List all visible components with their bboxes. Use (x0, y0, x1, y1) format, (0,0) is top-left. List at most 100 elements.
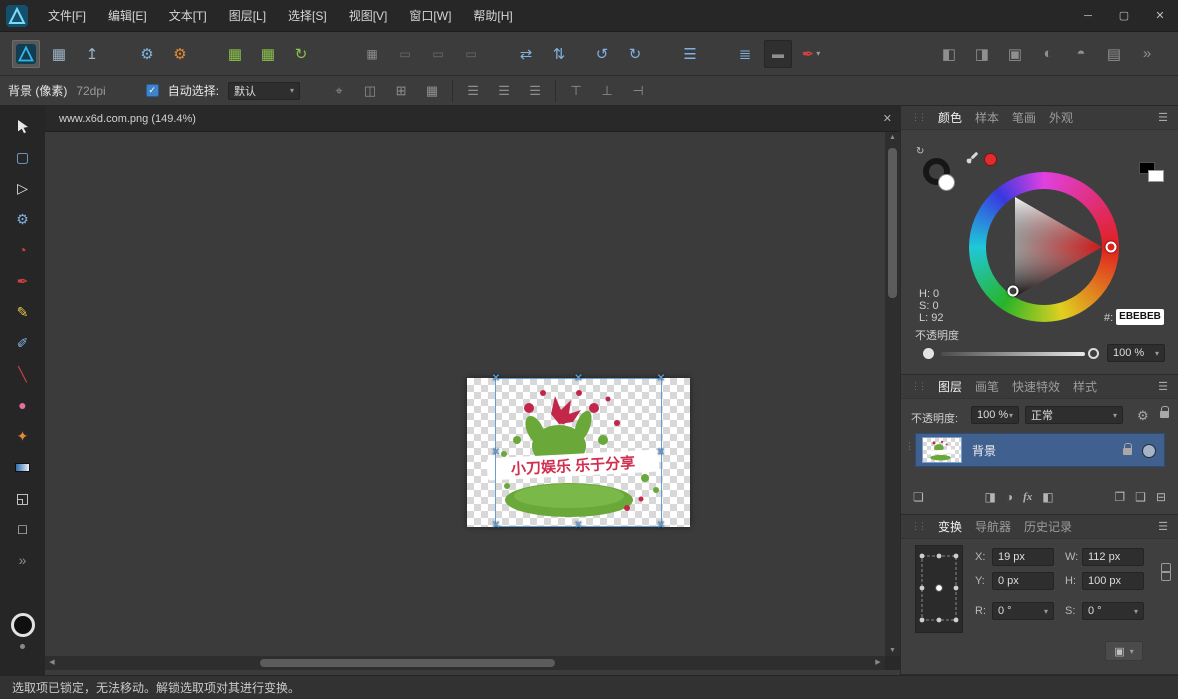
paint-brush-tool-button[interactable]: ✦ (10, 424, 36, 448)
bounding-box-button[interactable]: ⊞ (390, 83, 412, 99)
rotate-ccw-button[interactable]: ↺ (588, 40, 616, 68)
order-back-button[interactable]: ◧ (935, 40, 963, 68)
menu-edit[interactable]: 编辑[E] (97, 0, 158, 32)
order-forward-button[interactable]: ▣ (1001, 40, 1029, 68)
toolbar-toggle-a[interactable]: ▭ (391, 40, 419, 68)
blend-mode-dropdown[interactable]: 正常 ▾ (1025, 406, 1123, 424)
group-button[interactable]: ◓ (1067, 40, 1095, 68)
tab-brushes[interactable]: 画笔 (975, 378, 999, 395)
layer-thumbnail[interactable] (922, 437, 962, 463)
vector-brush-tool-button[interactable]: ✐ (10, 331, 36, 355)
eyedropper-sample-swatch[interactable] (984, 153, 997, 166)
maximize-button[interactable]: ▢ (1106, 0, 1142, 32)
close-button[interactable]: ✕ (1142, 0, 1178, 32)
opacity-slider[interactable] (941, 352, 1085, 356)
menu-help[interactable]: 帮助[H] (462, 0, 523, 32)
tab-effects[interactable]: 快速特效 (1012, 378, 1060, 395)
panel-menu-icon[interactable]: ☰ (1158, 380, 1168, 393)
node-tool-button[interactable]: ▷ (10, 176, 36, 200)
transform-mode-button[interactable]: ▣ ▾ (1105, 641, 1143, 661)
insert-behind-button[interactable]: ▬ (764, 40, 792, 68)
hue-marker[interactable] (1106, 242, 1117, 253)
auto-select-checkbox[interactable]: ✓ (146, 84, 159, 97)
tab-appearance[interactable]: 外观 (1049, 109, 1073, 126)
white-swatch[interactable] (1148, 170, 1164, 182)
horizontal-scroll-thumb[interactable] (260, 659, 555, 667)
auto-select-dropdown[interactable]: 默认 ▾ (228, 82, 300, 100)
menu-text[interactable]: 文本[T] (158, 0, 218, 32)
align-left-button[interactable]: ☰ (462, 83, 484, 99)
layer-opacity-dropdown[interactable]: 100 % ▾ (971, 406, 1019, 424)
layer-effects-icon[interactable]: fx (1023, 491, 1032, 503)
color-wheel[interactable] (969, 172, 1119, 322)
opacity-slider-end[interactable] (1088, 348, 1099, 359)
close-document-icon[interactable]: ✕ (883, 112, 892, 125)
order-front-button[interactable]: ◐ (1034, 40, 1062, 68)
shear-dropdown[interactable]: 0 ° ▾ (1082, 602, 1144, 620)
panel-menu-icon[interactable]: ☰ (1158, 111, 1168, 124)
gradient-tool-button[interactable] (10, 455, 36, 479)
eyedropper-icon[interactable] (964, 150, 980, 166)
tab-stroke[interactable]: 笔画 (1012, 109, 1036, 126)
anchor-point-selector[interactable] (915, 545, 963, 633)
tab-history[interactable]: 历史记录 (1024, 518, 1072, 535)
alignment-button[interactable]: ☰ (676, 40, 704, 68)
align-middle-button[interactable]: ⊥ (596, 83, 618, 99)
eraser-tool-button[interactable]: ╲ (10, 362, 36, 386)
swap-colors-icon[interactable]: ↻ (916, 146, 924, 157)
document-tab[interactable]: www.x6d.com.png (149.4%) (45, 113, 210, 125)
adjustment-layer-icon[interactable]: ◑ (1006, 490, 1013, 504)
saturation-marker[interactable] (1008, 286, 1019, 297)
toolbar-overflow-button[interactable]: » (1133, 40, 1161, 68)
menu-select[interactable]: 选择[S] (277, 0, 338, 32)
panel-menu-icon[interactable]: ☰ (1158, 520, 1168, 533)
pixel-persona-button[interactable]: ▦ (45, 40, 73, 68)
scroll-left-icon[interactable]: ◀ (45, 656, 59, 670)
hsl-triangle[interactable] (969, 172, 1119, 322)
node-options-button[interactable]: ✒▾ (797, 40, 825, 68)
align-right-button[interactable]: ☰ (524, 83, 546, 99)
hex-input[interactable]: EBEBEB (1116, 309, 1164, 325)
rotate-snap-toggle[interactable]: ↻ (287, 40, 315, 68)
crop-tool-button[interactable]: ◱ (10, 486, 36, 510)
preferences-button[interactable]: ⚙ (166, 40, 194, 68)
menu-layer[interactable]: 图层[L] (218, 0, 277, 32)
fill-layer-icon[interactable]: ◧ (1042, 490, 1053, 504)
corner-tool-button[interactable]: ◔ (10, 238, 36, 262)
current-color-swatch[interactable] (11, 613, 35, 637)
blend-options-gear-icon[interactable]: ⚙ (1137, 408, 1149, 424)
opacity-slider-knob[interactable] (923, 348, 934, 359)
flip-vertical-button[interactable]: ⇅ (545, 40, 573, 68)
link-dimensions-icon[interactable] (1160, 563, 1171, 580)
scroll-right-icon[interactable]: ▶ (871, 656, 885, 670)
scroll-up-icon[interactable]: ▲ (885, 134, 900, 141)
vertical-scroll-thumb[interactable] (888, 148, 897, 298)
move-tool-button[interactable] (10, 114, 36, 138)
tab-navigator[interactable]: 导航器 (975, 518, 1011, 535)
tab-color[interactable]: 颜色 (938, 109, 962, 126)
mask-layer-icon[interactable]: ◨ (985, 490, 996, 504)
menu-file[interactable]: 文件[F] (37, 0, 97, 32)
export-persona-button[interactable]: ↥ (78, 40, 106, 68)
new-pixel-layer-icon[interactable]: ❑ (1135, 490, 1146, 504)
horizontal-scrollbar[interactable]: ◀ ▶ (45, 656, 885, 670)
tab-layers[interactable]: 图层 (938, 378, 962, 395)
panel-grip-icon[interactable]: ⋮⋮ (911, 521, 925, 532)
layer-locked-icon[interactable] (1123, 448, 1132, 455)
y-input[interactable]: 0 px (992, 572, 1054, 590)
toolbar-toggle-b[interactable]: ▭ (424, 40, 452, 68)
snap-settings-button[interactable]: ⚙ (133, 40, 161, 68)
rotation-dropdown[interactable]: 0 ° ▾ (992, 602, 1054, 620)
vertical-scrollbar[interactable]: ▲ ▼ (885, 132, 900, 656)
snapping-toggle[interactable]: ≣ (731, 40, 759, 68)
h-input[interactable]: 100 px (1082, 572, 1144, 590)
secondary-color-dot[interactable] (20, 644, 25, 649)
duplicate-layer-icon[interactable]: ❏ (913, 490, 924, 504)
tab-swatches[interactable]: 样本 (975, 109, 999, 126)
pen-tool-button[interactable]: ✒ (10, 269, 36, 293)
cycle-selection-box-button[interactable]: ◫ (359, 83, 381, 99)
opacity-dropdown[interactable]: 100 % ▾ (1107, 344, 1165, 362)
flip-horizontal-button[interactable]: ⇄ (512, 40, 540, 68)
w-input[interactable]: 112 px (1082, 548, 1144, 566)
point-transform-tool-button[interactable]: ⚙ (10, 207, 36, 231)
